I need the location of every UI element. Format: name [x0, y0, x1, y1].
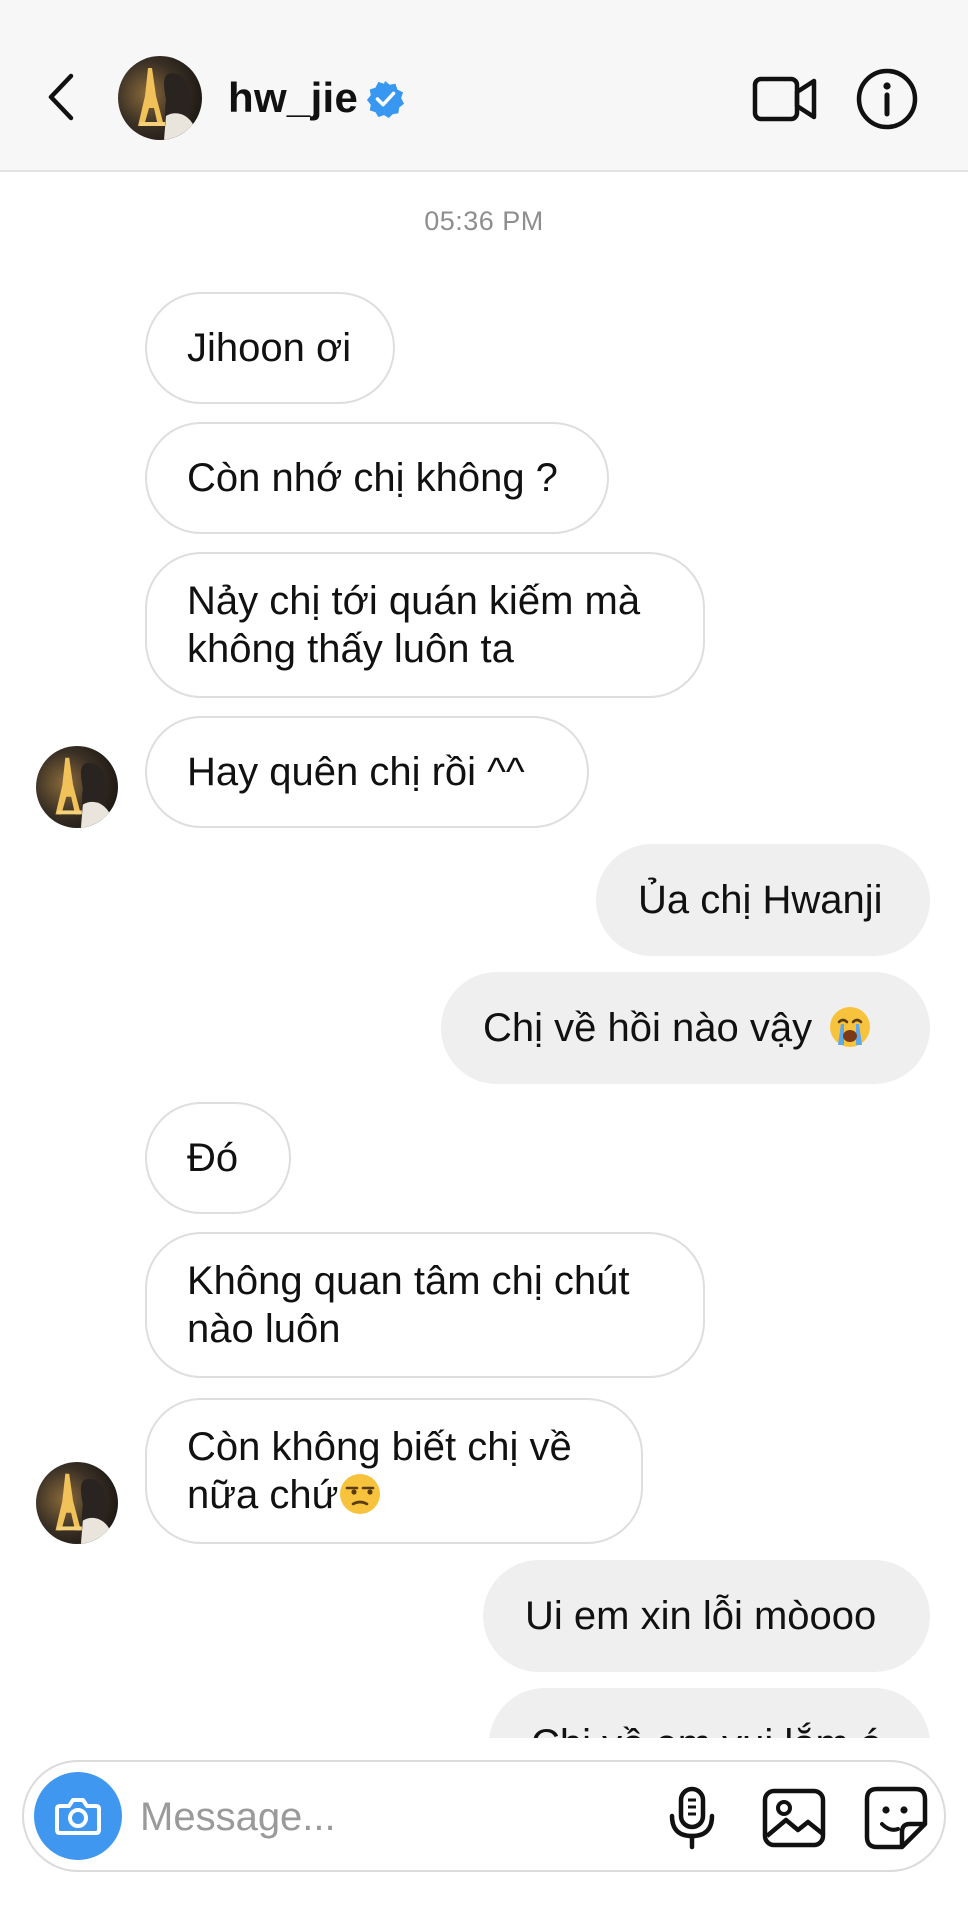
- message-text: không thấy luôn ta: [187, 627, 514, 671]
- info-button[interactable]: [856, 68, 918, 130]
- message-text: Không quan tâm chị chút: [187, 1259, 630, 1303]
- message-bubble-sent[interactable]: Chị về em vui lắm á: [489, 1688, 930, 1738]
- back-button[interactable]: [30, 62, 90, 132]
- image-icon: [762, 1788, 826, 1848]
- message-bubble-received[interactable]: Hay quên chị rồi ^^: [145, 716, 589, 828]
- message-text: Chị về em vui lắm á: [531, 1720, 888, 1738]
- message-text: Nảy chị tới quán kiếm mà: [187, 579, 641, 623]
- gallery-button[interactable]: [762, 1788, 826, 1848]
- message-bubble-sent[interactable]: Ủa chị Hwanji: [596, 844, 930, 956]
- message-bubble-received[interactable]: Còn không biết chị về nữa chứ: [145, 1398, 643, 1544]
- clipped-message-area: Chị về em vui lắm á: [0, 1688, 968, 1738]
- eiffel-tower-photo: [118, 56, 202, 140]
- eiffel-tower-photo: [36, 1462, 118, 1544]
- voice-message-button[interactable]: [664, 1786, 720, 1850]
- message-text: Ủa chị Hwanji: [638, 878, 883, 922]
- message-text-content: nữa chứ: [187, 1473, 339, 1517]
- crying-face-icon: [830, 1007, 871, 1047]
- video-camera-icon: [752, 76, 817, 122]
- video-call-button[interactable]: [752, 74, 818, 124]
- unamused-face-icon: [340, 1474, 381, 1514]
- info-icon: [856, 68, 918, 130]
- camera-icon: [55, 1798, 101, 1835]
- message-bubble-received[interactable]: Không quan tâm chị chút nào luôn: [145, 1232, 705, 1378]
- message-bubble-received[interactable]: Nảy chị tới quán kiếm mà không thấy luôn…: [145, 552, 705, 698]
- message-text: Chị về hồi nào vậy: [483, 1004, 888, 1052]
- sticker-button[interactable]: [864, 1786, 928, 1850]
- eiffel-tower-photo: [36, 746, 118, 828]
- camera-button[interactable]: [34, 1772, 122, 1860]
- message-bubble-received[interactable]: Đó: [145, 1102, 291, 1214]
- message-text: Đó: [187, 1136, 239, 1180]
- message-bubble-received[interactable]: Còn nhớ chị không ?: [145, 422, 609, 534]
- message-bubble-received[interactable]: Jihoon ơi: [145, 292, 395, 404]
- sender-avatar[interactable]: [36, 746, 118, 828]
- message-text: Hay quên chị rồi ^^: [187, 750, 525, 794]
- sender-avatar[interactable]: [36, 1462, 118, 1544]
- message-text: Ui em xin lỗi mòooo: [525, 1594, 877, 1638]
- message-text: Còn nhớ chị không ?: [187, 456, 558, 500]
- message-text: nào luôn: [187, 1307, 341, 1351]
- microphone-icon: [669, 1786, 715, 1850]
- contact-avatar[interactable]: [118, 56, 202, 140]
- message-bubble-sent[interactable]: Ui em xin lỗi mòooo: [483, 1560, 930, 1672]
- message-text: Còn không biết chị về: [187, 1425, 572, 1469]
- chevron-left-icon: [48, 73, 74, 121]
- verified-badge-icon: [366, 80, 404, 118]
- message-bubble-sent[interactable]: Chị về hồi nào vậy: [441, 972, 930, 1084]
- username[interactable]: hw_jie: [228, 70, 358, 126]
- message-timestamp: 05:36 PM: [424, 206, 544, 236]
- message-text: Jihoon ơi: [187, 326, 352, 370]
- message-input[interactable]: [140, 1784, 640, 1850]
- message-composer: [22, 1760, 946, 1872]
- sticker-icon: [864, 1786, 928, 1850]
- message-text: nữa chứ: [187, 1471, 601, 1519]
- message-text-content: Chị về hồi nào vậy: [483, 1006, 813, 1050]
- chat-header: hw_jie: [0, 0, 968, 172]
